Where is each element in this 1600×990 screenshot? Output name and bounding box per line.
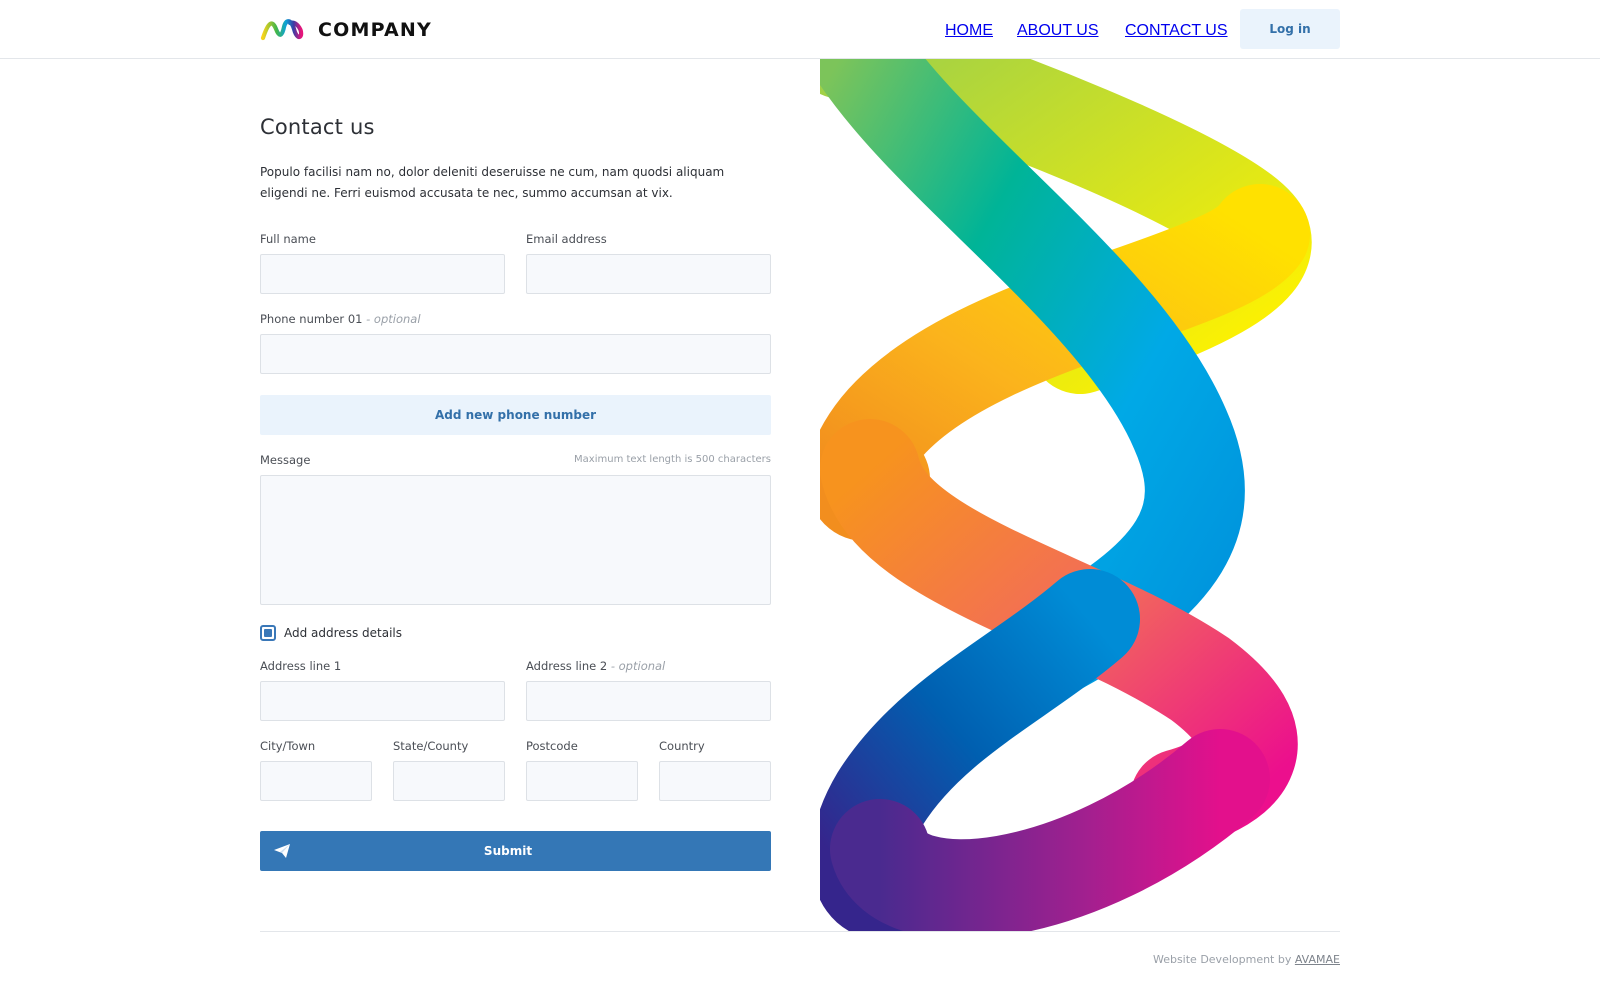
submit-label: Submit <box>483 844 533 858</box>
postcode-input[interactable] <box>526 761 638 801</box>
address-line-2-label-text: Address line 2 <box>526 659 608 673</box>
phone-label: Phone number 01 - optional <box>260 312 421 326</box>
message-textarea[interactable] <box>260 475 771 605</box>
state-label: State/County <box>393 739 469 753</box>
add-phone-button[interactable]: Add new phone number <box>260 395 771 435</box>
footer-credit: Website Development by AVAMAE <box>1153 953 1340 966</box>
address-details-checkbox[interactable] <box>260 625 276 641</box>
address-line-2-optional-text: - optional <box>610 659 666 673</box>
checkbox-checked-indicator <box>264 629 272 637</box>
phone-input[interactable] <box>260 334 771 374</box>
address-line-2-input[interactable] <box>526 681 771 721</box>
intro-paragraph: Populo facilisi nam no, dolor deleniti d… <box>260 165 725 200</box>
email-label: Email address <box>526 232 607 246</box>
decorative-ribbon-artwork <box>820 59 1340 931</box>
city-input[interactable] <box>260 761 372 801</box>
full-name-label: Full name <box>260 232 316 246</box>
message-label: Message <box>260 453 311 467</box>
address-line-1-input[interactable] <box>260 681 505 721</box>
message-length-hint: Maximum text length is 500 characters <box>574 454 771 465</box>
page-title: Contact us <box>260 115 375 139</box>
ribbon-graphic <box>820 59 1312 931</box>
login-button[interactable]: Log in <box>1240 9 1340 49</box>
address-details-label[interactable]: Add address details <box>284 626 402 640</box>
submit-button[interactable]: Submit <box>260 831 771 871</box>
nav-about-link[interactable]: ABOUT US <box>1017 22 1099 40</box>
country-label: Country <box>659 739 705 753</box>
address-line-1-label: Address line 1 <box>260 659 342 673</box>
brand-logo[interactable]: COMPANY <box>260 17 432 43</box>
full-name-input[interactable] <box>260 254 505 294</box>
city-label: City/Town <box>260 739 316 753</box>
avamae-link[interactable]: AVAMAE <box>1295 953 1340 966</box>
site-header: COMPANY HOME ABOUT US CONTACT US Log in <box>0 0 1600 59</box>
country-input[interactable] <box>659 761 771 801</box>
multicolor-ribbon-logo-icon <box>260 19 304 41</box>
phone-optional-text: - optional <box>366 312 421 326</box>
nav-home-link[interactable]: HOME <box>945 22 993 40</box>
state-input[interactable] <box>393 761 505 801</box>
address-line-2-label: Address line 2 - optional <box>526 659 665 673</box>
nav-contact-link[interactable]: CONTACT US <box>1125 22 1228 40</box>
postcode-label: Postcode <box>526 739 578 753</box>
email-input[interactable] <box>526 254 771 294</box>
credit-prefix: Website Development by <box>1152 953 1292 966</box>
phone-label-text: Phone number 01 <box>260 312 363 326</box>
brand-name: COMPANY <box>318 19 432 41</box>
footer-divider <box>260 931 1340 932</box>
